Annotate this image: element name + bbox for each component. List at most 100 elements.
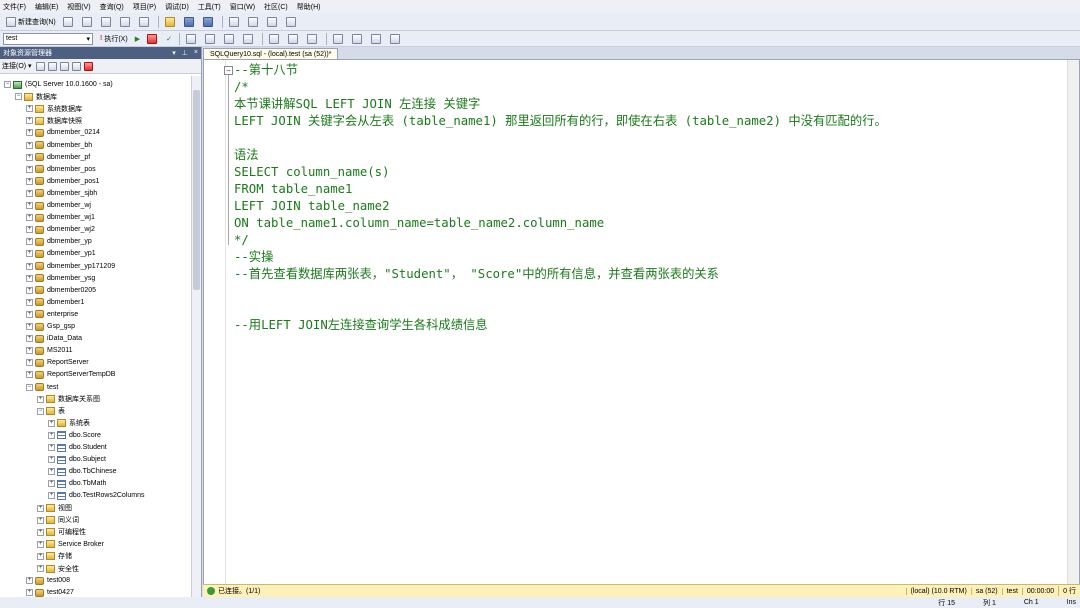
collapse-icon[interactable]: − (26, 383, 33, 391)
template-explorer-button[interactable] (264, 15, 282, 28)
tree-node-table[interactable]: + dbo.TbMath (48, 478, 106, 489)
tree-node-folder[interactable]: + 可编程性 (37, 527, 86, 538)
analysis-query-button[interactable] (79, 15, 97, 28)
indent-button[interactable] (387, 32, 405, 45)
autohide-icon[interactable]: ⊥ (182, 49, 188, 57)
tree-node-database[interactable]: + test008 (26, 575, 70, 586)
tree-node-database[interactable]: + dbmember_wj1 (26, 212, 95, 223)
collapse-icon[interactable]: − (37, 407, 44, 415)
tree-node-folder[interactable]: + 安全性 (37, 563, 79, 574)
expand-icon[interactable]: + (26, 105, 33, 113)
expand-icon[interactable]: + (26, 310, 33, 318)
expand-icon[interactable]: + (26, 335, 33, 343)
results-grid-button[interactable] (285, 32, 303, 45)
expand-icon[interactable]: + (26, 214, 33, 222)
query-editor[interactable]: − --第十八节 /* 本节课讲解SQL LEFT JOIN 左连接 关键字 LEFT… (203, 59, 1080, 608)
expand-icon[interactable]: + (37, 516, 44, 524)
expand-icon[interactable]: + (26, 117, 33, 125)
tree-node-database[interactable]: + MS2011 (26, 345, 73, 356)
registered-servers-button[interactable] (226, 15, 244, 28)
tree-node-database[interactable]: + enterprise (26, 309, 78, 320)
menu-item[interactable]: 视图(V) (67, 2, 90, 12)
expand-icon[interactable]: + (37, 552, 44, 560)
expand-icon[interactable]: + (26, 202, 33, 209)
explorer-scrollbar[interactable] (191, 76, 201, 608)
comment-button[interactable] (330, 32, 348, 45)
tree-node-table[interactable]: + dbo.Subject (48, 454, 106, 465)
results-file-button[interactable] (304, 32, 322, 45)
menu-item[interactable]: 文件(F) (3, 2, 26, 12)
expand-icon[interactable]: + (26, 250, 33, 258)
tree-node-database[interactable]: + dbmember_wj (26, 200, 91, 211)
menu-item[interactable]: 编辑(E) (35, 2, 58, 12)
mdx-query-button[interactable] (98, 15, 116, 28)
database-select[interactable]: test ▾ (3, 32, 93, 45)
refresh-icon[interactable] (83, 61, 93, 71)
query-designer-button[interactable] (202, 32, 220, 45)
tree-node-diagrams[interactable]: + 数据库关系图 (37, 394, 100, 405)
save-button[interactable] (181, 15, 199, 28)
expand-icon[interactable]: + (26, 298, 33, 306)
expand-icon[interactable]: + (26, 286, 33, 294)
expand-icon[interactable]: + (26, 589, 33, 597)
client-stats-button[interactable] (240, 32, 258, 45)
expand-icon[interactable]: + (48, 492, 55, 500)
tree-node-database[interactable]: + 数据库快照 (26, 115, 82, 126)
expand-icon[interactable]: + (26, 153, 33, 161)
tree-node-database[interactable]: + dbmember_sjbh (26, 188, 97, 199)
tab-sqlquery10[interactable]: SQLQuery10.sql - (local).test (sa (52))* (203, 48, 339, 59)
collapse-icon[interactable]: − (15, 93, 22, 101)
tree-node-database[interactable]: + Gsp_gsp (26, 321, 75, 332)
outdent-button[interactable] (368, 32, 386, 45)
tree-node-database[interactable]: + dbmember1 (26, 297, 84, 308)
new-db-query-button[interactable] (60, 15, 78, 28)
tree-node-database[interactable]: + ReportServerTempDB (26, 369, 115, 380)
tree-node-server[interactable]: − (SQL Server 10.0.1600 - sa) (4, 79, 113, 90)
expand-icon[interactable]: + (26, 371, 33, 379)
expand-icon[interactable]: + (26, 177, 33, 185)
execute-button[interactable]: ! 执行(X) (97, 32, 131, 45)
scrollbar-thumb[interactable] (193, 90, 200, 290)
editor-vertical-scrollbar[interactable] (1067, 60, 1079, 608)
tree-node-database[interactable]: + dbmember_yp (26, 236, 92, 247)
expand-icon[interactable]: + (26, 274, 33, 282)
expand-icon[interactable]: + (48, 456, 55, 464)
tree-node-folder[interactable]: + 存储 (37, 551, 72, 562)
close-icon[interactable]: × (194, 49, 198, 57)
expand-icon[interactable]: + (48, 431, 55, 439)
connect-icon[interactable] (35, 61, 45, 71)
tree-node-database[interactable]: + dbmember_pos1 (26, 176, 100, 187)
menu-item[interactable]: 查询(Q) (100, 2, 124, 12)
uncomment-button[interactable] (349, 32, 367, 45)
expand-icon[interactable]: + (26, 129, 33, 137)
disconnect-icon[interactable] (47, 61, 57, 71)
tree-node-database[interactable]: + iData_Data (26, 333, 82, 344)
stop-icon[interactable] (59, 61, 69, 71)
menu-item[interactable]: 调试(D) (165, 2, 189, 12)
save-all-button[interactable] (200, 15, 218, 28)
new-query-button[interactable]: 新建查询(N) (3, 15, 59, 28)
tree-node-tables[interactable]: − 表 (37, 406, 65, 417)
tree-node-database[interactable]: + dbmember_pos (26, 164, 96, 175)
tree-node-database[interactable]: + dbmember_pf (26, 152, 90, 163)
tree-node-database[interactable]: + dbmember_yp171209 (26, 261, 115, 272)
tree-node-database[interactable]: + dbmember_wj2 (26, 224, 95, 235)
tree-node-database[interactable]: + ReportServer (26, 357, 89, 368)
open-file-button[interactable] (162, 15, 180, 28)
cancel-query-button[interactable] (144, 32, 162, 45)
menu-item[interactable]: 项目(P) (133, 2, 156, 12)
expand-icon[interactable]: + (48, 480, 55, 488)
tree-node-table[interactable]: + dbo.TbChinese (48, 466, 116, 477)
tree-node-folder[interactable]: + 视图 (37, 503, 72, 514)
pin-icon[interactable]: ▾ (172, 49, 176, 57)
connect-button[interactable]: 连接(O) ▾ (2, 61, 32, 71)
collapse-icon[interactable]: − (4, 81, 11, 88)
expand-icon[interactable]: + (26, 238, 33, 246)
expand-icon[interactable]: + (37, 565, 44, 572)
menu-item[interactable]: 社区(C) (264, 2, 288, 12)
expand-icon[interactable]: + (26, 262, 33, 270)
xmla-query-button[interactable] (117, 15, 135, 28)
expand-icon[interactable]: + (37, 395, 44, 403)
tree-node-database[interactable]: + dbmember_0214 (26, 127, 100, 138)
code-text[interactable]: --第十八节 /* 本节课讲解SQL LEFT JOIN 左连接 关键字 LEFT J… (234, 62, 1064, 334)
